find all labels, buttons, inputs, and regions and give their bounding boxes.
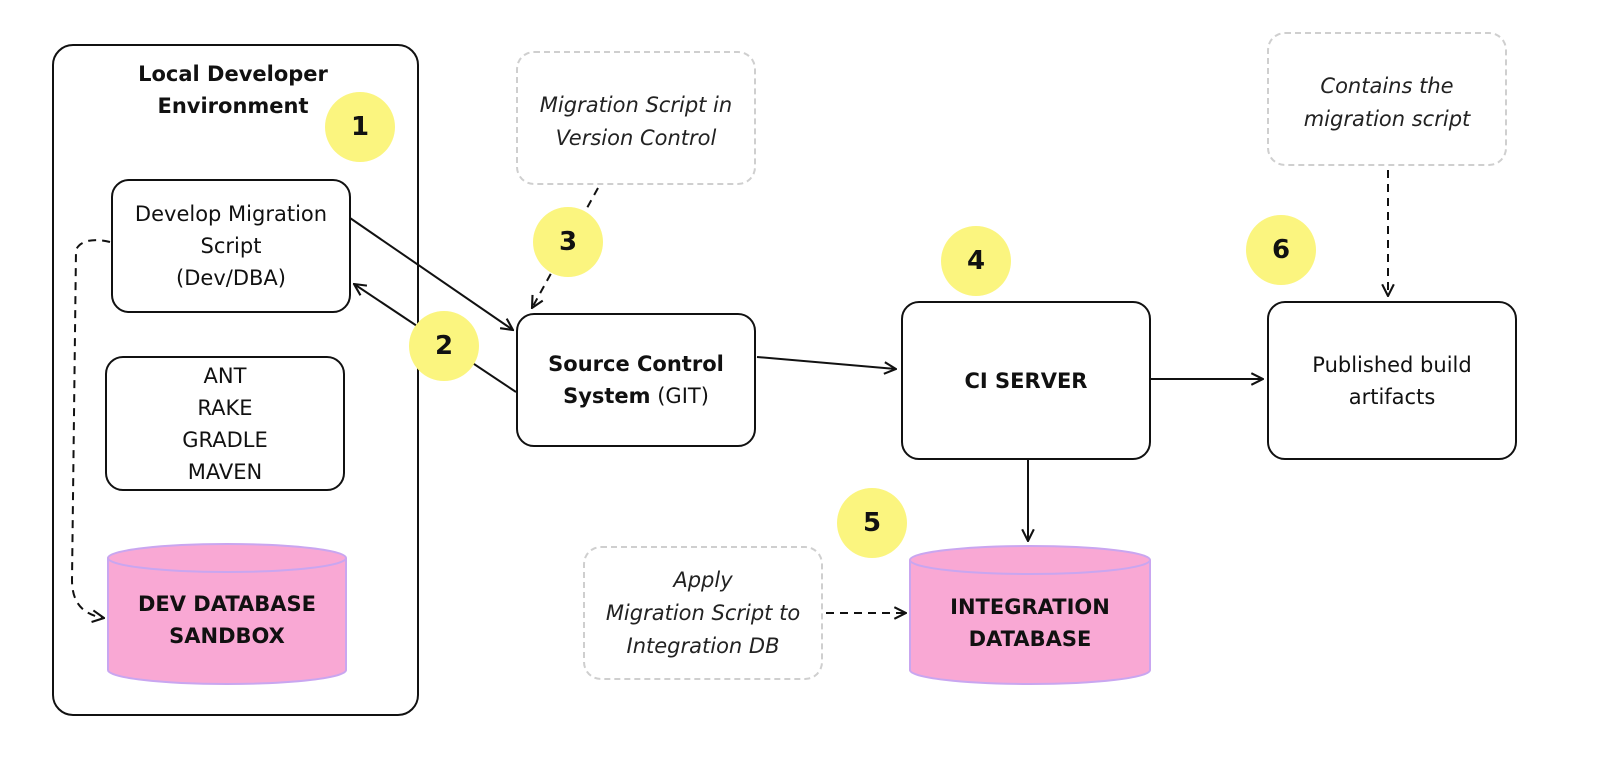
note-text-line: Integration DB (626, 633, 780, 658)
note-version-control[interactable]: Migration Script in Version Control (516, 51, 756, 185)
source-control-title: Source Control (548, 352, 724, 376)
build-tool-ant: ANT (203, 363, 247, 388)
arrow-source-control-to-ci (756, 356, 896, 369)
box-text-line: (Dev/DBA) (176, 266, 286, 290)
build-tool-rake: RAKE (197, 395, 253, 420)
source-control-subtitle: System (GIT) (563, 380, 709, 412)
box-text-line: Script (200, 234, 262, 258)
artifacts-text-line: Published build (1312, 352, 1472, 377)
develop-migration-script-box[interactable]: Develop Migration Script (Dev/DBA) (111, 179, 351, 313)
build-tool-gradle: GRADLE (182, 427, 268, 452)
published-artifacts-box[interactable]: Published build artifacts (1267, 301, 1517, 460)
note-text-line: migration script (1303, 107, 1471, 131)
note-contains-migration-script[interactable]: Contains the migration script (1267, 32, 1507, 166)
step-badge-2: 2 (409, 311, 479, 381)
build-tool-maven: MAVEN (187, 459, 263, 484)
step-badge-4: 4 (941, 226, 1011, 296)
source-control-box[interactable]: Source Control System (GIT) (516, 313, 756, 447)
box-text-line: Develop Migration (134, 202, 328, 226)
step-badge-6: 6 (1246, 215, 1316, 285)
step-badge-5: 5 (837, 488, 907, 558)
note-text-line: Apply (673, 567, 733, 592)
source-control-system-word: System (563, 384, 651, 408)
local-env-title: Local Developer Environment (108, 58, 358, 122)
db-text-line: SANDBOX (169, 624, 285, 648)
integration-database-label[interactable]: INTEGRATION DATABASE (910, 578, 1150, 668)
step-badge-1: 1 (325, 92, 395, 162)
local-env-title-line: Local Developer (138, 62, 328, 86)
build-tools-box[interactable]: ANT RAKE GRADLE MAVEN (105, 356, 345, 491)
db-text-line: DEV DATABASE (137, 592, 317, 616)
db-text-line: INTEGRATION (950, 595, 1110, 619)
dev-database-label[interactable]: DEV DATABASE SANDBOX (108, 575, 346, 665)
artifacts-text-line: artifacts (1348, 384, 1436, 409)
ci-server-label: CI SERVER (964, 368, 1088, 393)
local-env-title-line: Environment (157, 94, 309, 118)
source-control-git: (GIT) (650, 384, 709, 408)
note-text-line: Migration Script to (605, 600, 801, 625)
step-badge-3: 3 (533, 207, 603, 277)
note-apply-migration[interactable]: Apply Migration Script to Integration DB (583, 546, 823, 680)
note-text-line: Contains the (1320, 74, 1454, 98)
ci-server-box[interactable]: CI SERVER (901, 301, 1151, 460)
note-text-line: Version Control (555, 126, 717, 150)
note-text-line: Migration Script in (539, 93, 733, 117)
db-text-line: DATABASE (968, 627, 1092, 651)
